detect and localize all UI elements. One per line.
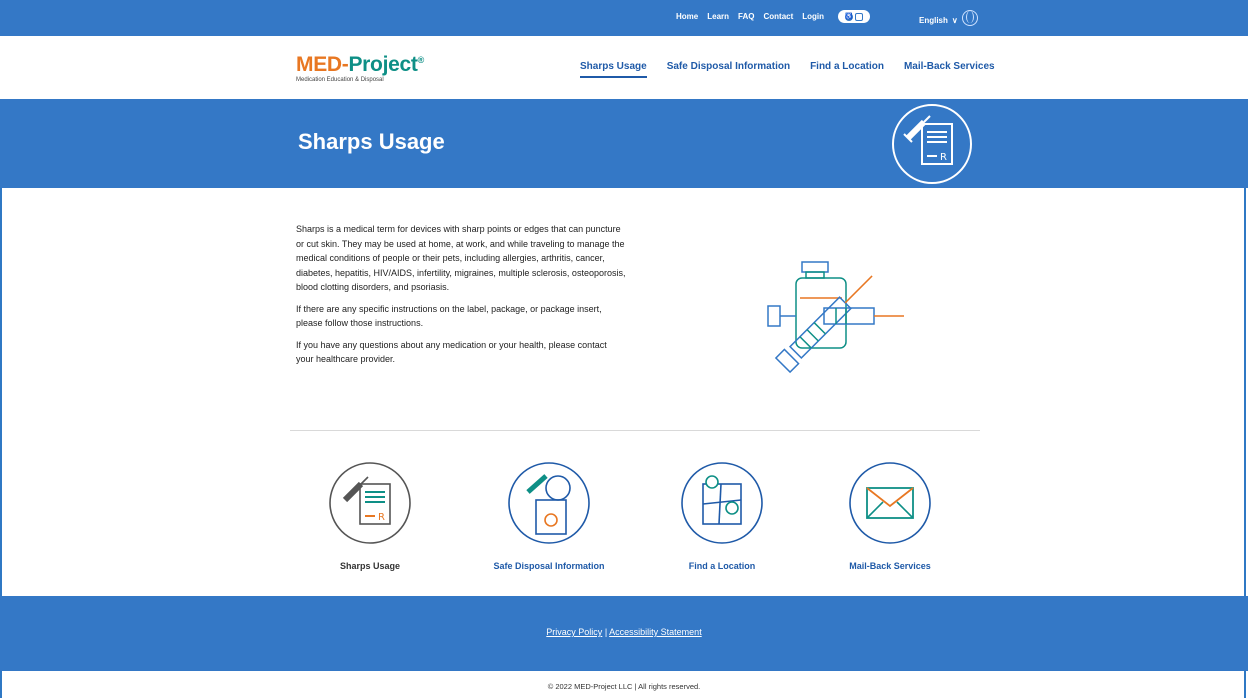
login-link[interactable]: Login [802,12,824,21]
card-label: Find a Location [688,561,756,571]
nav-sharps-usage[interactable]: Sharps Usage [580,61,647,78]
paragraph-instructions: If there are any specific instructions o… [296,303,602,329]
intro-text: Sharps is a medical term for devices wit… [296,222,626,374]
utility-bar: Home Learn FAQ Contact Login ♿ English ∨ [0,0,1248,36]
card-label: Sharps Usage [339,561,401,571]
logo-tagline: Medication Education & Disposal [296,77,384,83]
paragraph-contact-provider: If you have any questions about any medi… [296,339,607,365]
site-footer: Privacy Policy | Accessibility Statement [0,596,1248,671]
language-selector[interactable]: English ∨ [919,10,978,28]
logo-med: MED- [296,53,349,76]
globe-icon [961,10,978,26]
accessibility-toggle[interactable]: ♿ [838,10,870,23]
utility-links: Home Learn FAQ Contact Login [676,12,824,21]
home-link[interactable]: Home [676,12,698,21]
nav-mail-back-services[interactable]: Mail-Back Services [904,61,995,78]
contact-link[interactable]: Contact [763,12,793,21]
main-nav: Sharps Usage Safe Disposal Information F… [580,61,995,78]
hero-banner: Sharps Usage R [0,99,1248,188]
med-project-logo[interactable]: MED-Project® Medication Education & Disp… [296,49,424,84]
language-label: English [919,15,948,25]
learn-link[interactable]: Learn [707,12,729,21]
paragraph-sharps-definition: Sharps is a medical term for devices wit… [296,224,626,292]
copyright: © 2022 MED-Project LLC | All rights rese… [547,682,701,691]
card-find-a-location[interactable]: Find a Location [652,460,792,571]
accessibility-icon: ♿ [845,12,853,21]
logo-wordmark: MED-Project® [296,49,424,76]
envelope-icon [849,462,931,544]
biohazard-container-icon [508,462,590,544]
map-pin-icon [681,462,763,544]
privacy-policy-link[interactable]: Privacy Policy [546,627,602,637]
page-title: Sharps Usage [298,129,445,154]
vial-and-syringes-icon [767,261,904,374]
syringe-prescription-icon: R [329,462,411,544]
footer-links: Privacy Policy | Accessibility Statement [0,627,1248,637]
nav-find-a-location[interactable]: Find a Location [810,61,884,78]
card-label: Safe Disposal Information [493,561,605,571]
display-mode-icon [855,12,863,21]
svg-text:R: R [378,512,385,523]
svg-text:R: R [940,152,947,163]
logo-project: Project [348,53,418,76]
syringe-prescription-icon: R [892,104,972,184]
site-header: MED-Project® Medication Education & Disp… [0,36,1248,99]
chevron-down-icon: ∨ [951,15,958,25]
card-safe-disposal-information[interactable]: Safe Disposal Information [479,460,619,571]
nav-safe-disposal-information[interactable]: Safe Disposal Information [667,61,790,78]
section-divider [290,430,980,431]
faq-link[interactable]: FAQ [738,12,754,21]
registered-mark: ® [417,55,425,65]
accessibility-statement-link[interactable]: Accessibility Statement [609,627,702,637]
card-mail-back-services[interactable]: Mail-Back Services [820,460,960,571]
card-sharps-usage[interactable]: R Sharps Usage [300,460,440,571]
card-label: Mail-Back Services [849,561,931,571]
